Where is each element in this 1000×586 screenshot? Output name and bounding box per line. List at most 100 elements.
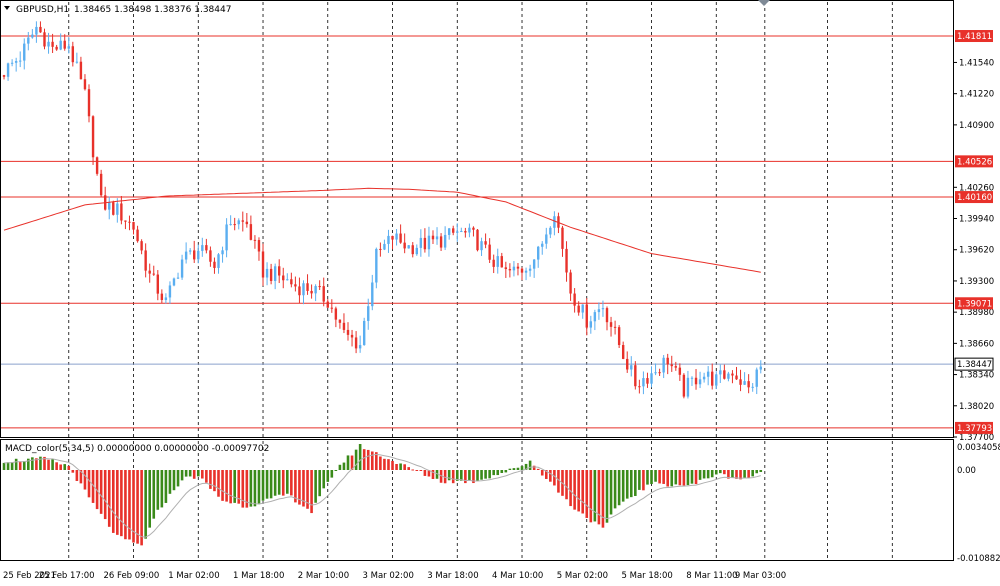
candle-body	[338, 319, 342, 323]
macd-bar	[419, 470, 423, 471]
macd-bar	[281, 470, 285, 496]
candle-body	[561, 227, 564, 249]
candle-body	[79, 61, 83, 80]
time-tick-label: 9 Mar 03:00	[735, 571, 786, 581]
candle-body	[87, 89, 91, 117]
macd-bar	[625, 470, 629, 499]
candle-body	[55, 46, 58, 50]
macd-bar	[164, 470, 168, 503]
macd-bar	[654, 470, 657, 482]
candle-body	[253, 239, 257, 241]
candle-body	[294, 284, 297, 287]
candle-body	[504, 267, 508, 270]
macd-bar	[496, 470, 500, 476]
candle-body	[233, 224, 236, 226]
macd-bar	[31, 457, 34, 470]
candle-body	[387, 235, 390, 244]
macd-bar	[184, 470, 188, 477]
candle-body	[310, 290, 313, 294]
macd-bar	[83, 470, 87, 490]
candle-body	[128, 221, 131, 223]
candle-body	[120, 203, 123, 221]
macd-bar	[277, 470, 281, 495]
macd-bar	[634, 470, 637, 496]
macd-bar	[136, 470, 139, 544]
candle-body	[51, 41, 54, 47]
macd-bar	[710, 470, 714, 478]
macd-bar	[484, 470, 487, 479]
candle-body	[10, 62, 14, 64]
price-tick-label: 1.39620	[959, 246, 994, 256]
candle-body	[367, 306, 370, 321]
macd-bar	[617, 470, 621, 506]
candle-body	[108, 202, 111, 210]
macd-bar	[192, 470, 196, 479]
macd-bar	[213, 470, 216, 492]
time-axis: 25 Feb 202125 Feb 17:00 26 Feb 09:00 1 Mar…	[3, 571, 786, 581]
candle-body	[71, 46, 75, 63]
time-tick-label: 8 Mar 11:00	[686, 571, 737, 581]
current-price-label: 1.38447	[957, 360, 992, 370]
candle-body	[314, 286, 317, 294]
macd-bar	[120, 470, 123, 537]
macd-bar	[314, 470, 317, 503]
candle-body	[330, 307, 334, 309]
time-tick-label: 3 Mar 18:00	[427, 571, 478, 581]
candle-body	[156, 274, 160, 294]
candle-body	[6, 63, 10, 77]
candle-body	[265, 268, 269, 278]
candle-body	[399, 233, 402, 243]
macd-bar	[411, 469, 415, 471]
macd-bar	[383, 458, 386, 470]
macd-bar	[67, 466, 71, 470]
price-tick-label: 1.39940	[959, 215, 994, 225]
candle-body	[682, 374, 686, 397]
macd-bar	[407, 467, 411, 470]
candle-body	[670, 364, 673, 367]
candle-body	[735, 375, 738, 380]
macd-bar	[370, 451, 374, 470]
macd-bar	[124, 470, 127, 540]
macd-bar	[152, 470, 156, 519]
candle-body	[589, 321, 593, 328]
macd-bar	[273, 470, 277, 496]
candle-body	[95, 157, 99, 174]
macd-bar	[670, 470, 674, 487]
macd-bar	[201, 470, 204, 479]
macd-bar	[47, 459, 50, 470]
candle-body	[148, 270, 151, 274]
macd-bar	[690, 470, 694, 484]
candle-body	[597, 309, 601, 313]
candle-body	[634, 365, 637, 387]
price-tick-label: 1.39300	[959, 277, 994, 287]
candle-body	[39, 26, 42, 33]
macd-bar	[326, 470, 330, 482]
macd-bar	[759, 470, 763, 472]
candle-body	[423, 237, 427, 250]
candle-body	[541, 243, 544, 247]
candle-body	[565, 248, 568, 273]
candle-body	[249, 224, 253, 240]
candle-body	[395, 233, 398, 240]
macd-bar	[638, 470, 641, 490]
candle-body	[577, 305, 580, 313]
price-tick-label: 1.38660	[959, 339, 994, 349]
candle-body	[245, 221, 249, 225]
macd-bar	[642, 470, 645, 491]
candle-body	[626, 358, 629, 370]
price-tick-label: 1.37700	[959, 433, 994, 443]
candle-body	[532, 259, 536, 269]
candle-body	[83, 79, 87, 90]
macd-bar	[2, 462, 6, 470]
macd-bar	[51, 459, 54, 470]
macd-bar	[747, 470, 750, 478]
macd-bar	[75, 470, 79, 481]
macd-bar	[540, 470, 544, 476]
macd-bar	[609, 470, 613, 515]
trading-chart[interactable]: GBPUSD,H1 1.38465 1.38498 1.38376 1.3844…	[0, 0, 1000, 586]
macd-bar	[140, 470, 143, 546]
candle-body	[642, 378, 645, 387]
macd-bar	[532, 465, 536, 470]
candle-body	[512, 266, 516, 271]
price-tick-label: 1.38980	[959, 308, 994, 318]
